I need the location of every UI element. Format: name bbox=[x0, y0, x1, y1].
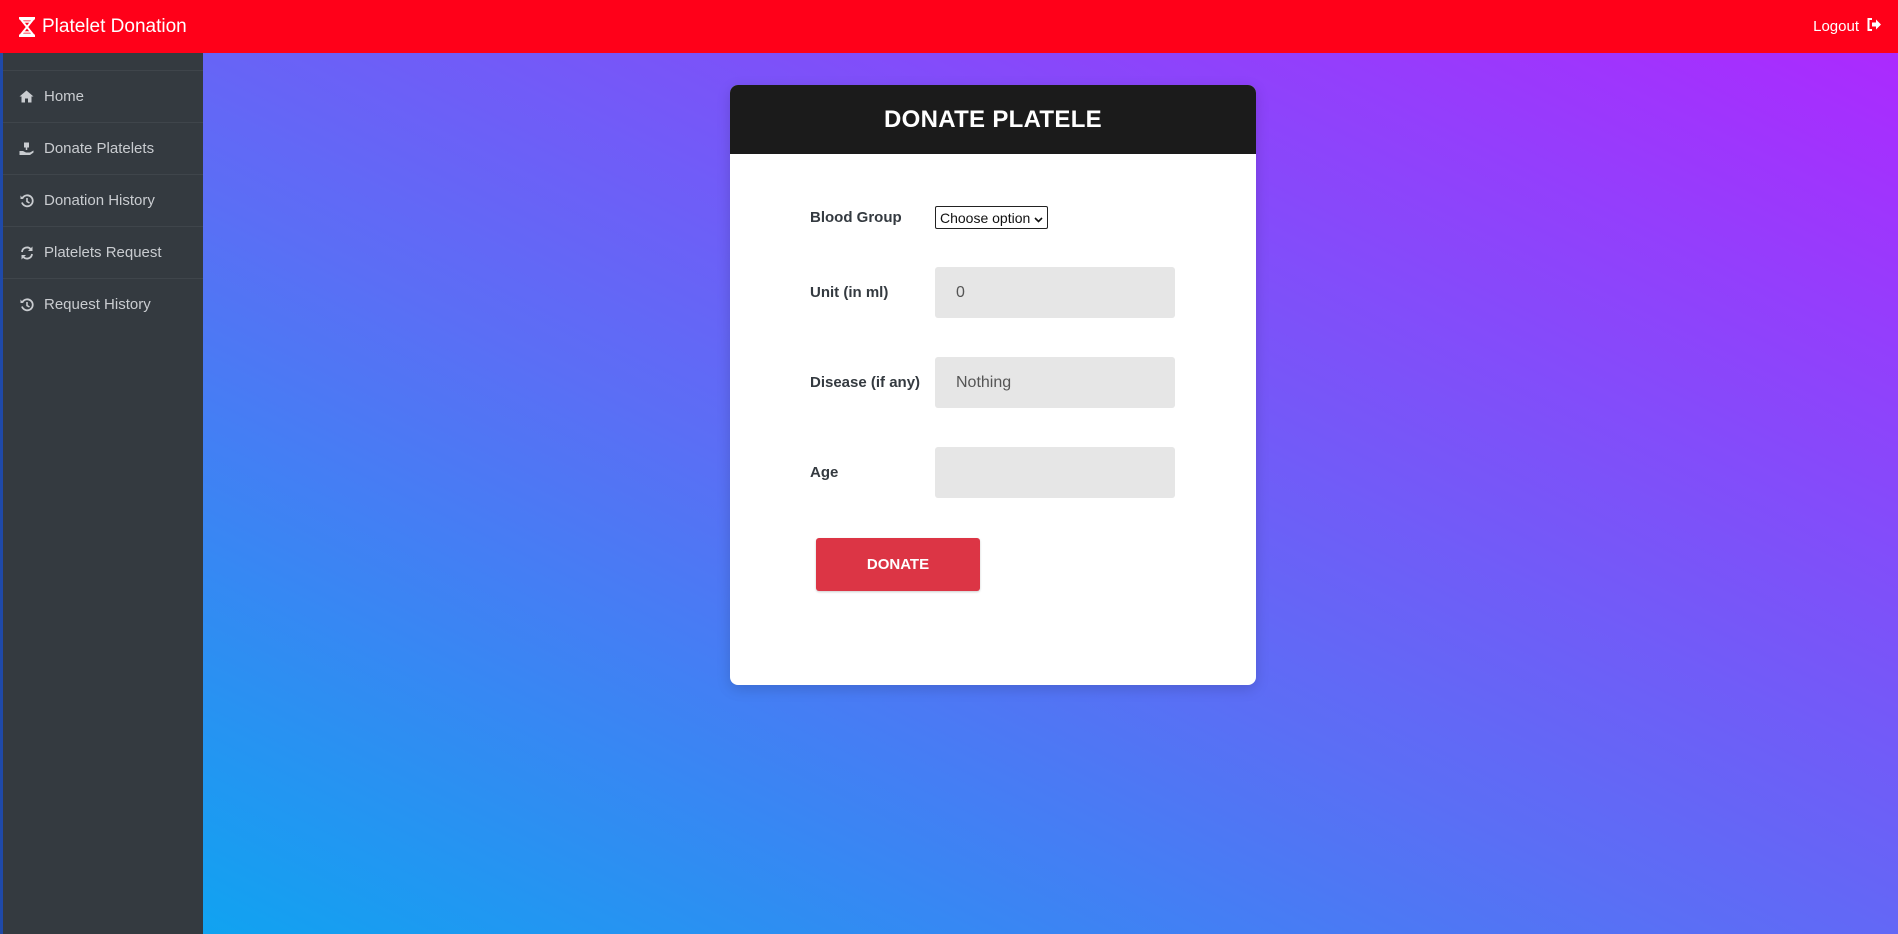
sign-out-icon bbox=[1867, 18, 1882, 35]
top-navbar: Platelet Donation Logout bbox=[0, 0, 1898, 53]
brand-title: Platelet Donation bbox=[42, 15, 187, 37]
form-title: DONATE PLATELE bbox=[730, 85, 1256, 154]
chevron-down-icon bbox=[1034, 210, 1043, 226]
page: Platelet Donation Logout Home Donate Pla… bbox=[0, 0, 1898, 934]
refresh-icon bbox=[18, 246, 35, 260]
logout-label: Logout bbox=[1813, 18, 1859, 35]
unit-input[interactable]: 0 bbox=[935, 267, 1175, 318]
blood-group-label: Blood Group bbox=[810, 209, 902, 226]
sidebar-item-label: Home bbox=[44, 88, 85, 105]
blood-group-row: Blood Group Choose option bbox=[810, 206, 1049, 229]
home-icon bbox=[18, 90, 35, 103]
hourglass-dna-icon bbox=[18, 16, 36, 37]
donate-button[interactable]: DONATE bbox=[816, 538, 980, 591]
age-input[interactable] bbox=[935, 447, 1175, 498]
disease-input[interactable]: Nothing bbox=[935, 357, 1175, 408]
disease-label: Disease (if any) bbox=[810, 374, 921, 391]
age-row: Age bbox=[810, 447, 1175, 498]
blood-group-selected: Choose option bbox=[940, 209, 1031, 226]
sidebar: Home Donate Platelets Donation History P… bbox=[3, 53, 203, 934]
sidebar-item-label: Donate Platelets bbox=[44, 140, 155, 157]
donate-form-card: DONATE PLATELE Blood Group Choose option… bbox=[730, 85, 1256, 685]
sidebar-item-label: Request History bbox=[44, 296, 151, 313]
history-icon bbox=[18, 193, 35, 208]
unit-row: Unit (in ml) 0 bbox=[810, 267, 1175, 318]
unit-label: Unit (in ml) bbox=[810, 284, 889, 301]
brand-link[interactable]: Platelet Donation bbox=[18, 16, 187, 38]
sidebar-item-request-history[interactable]: Request History bbox=[3, 278, 203, 330]
history-icon bbox=[18, 297, 35, 312]
sidebar-item-label: Platelets Request bbox=[44, 244, 162, 261]
age-label: Age bbox=[810, 464, 839, 481]
sidebar-item-donation-history[interactable]: Donation History bbox=[3, 174, 203, 226]
sidebar-item-platelets-request[interactable]: Platelets Request bbox=[3, 226, 203, 278]
hand-donate-icon bbox=[18, 142, 35, 156]
logout-link[interactable]: Logout bbox=[1813, 18, 1882, 35]
blood-group-select[interactable]: Choose option bbox=[935, 206, 1049, 229]
disease-row: Disease (if any) Nothing bbox=[810, 357, 1175, 408]
sidebar-item-home[interactable]: Home bbox=[3, 70, 203, 122]
sidebar-item-donate-platelets[interactable]: Donate Platelets bbox=[3, 122, 203, 174]
sidebar-item-label: Donation History bbox=[44, 192, 155, 209]
